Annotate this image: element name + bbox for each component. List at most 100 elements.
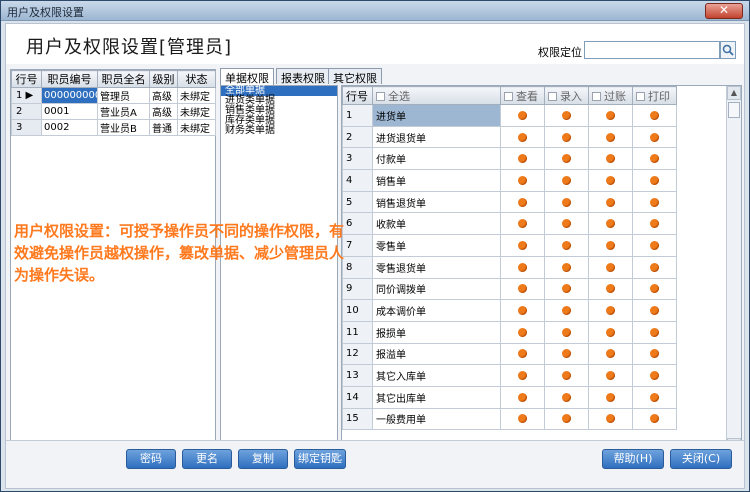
view-permission-cell[interactable]	[500, 125, 545, 149]
table-row[interactable]: 7 零售单	[342, 234, 677, 257]
entry-permission-cell[interactable]	[544, 364, 589, 387]
table-row[interactable]: 1 ▶ 000000000 管理员 高级 未绑定	[11, 87, 216, 104]
post-permission-cell[interactable]	[588, 342, 633, 366]
entry-permission-cell[interactable]	[544, 299, 589, 322]
col-header[interactable]: 职员编号	[41, 70, 98, 88]
col-header[interactable]: 级别	[149, 70, 178, 88]
table-row[interactable]: 13 其它入库单	[342, 364, 677, 387]
entry-permission-cell[interactable]	[544, 147, 589, 171]
post-permission-cell[interactable]	[588, 385, 633, 409]
print-permission-cell[interactable]	[632, 320, 677, 344]
table-row[interactable]: 12 报溢单	[342, 342, 677, 366]
view-checkbox[interactable]: 查看	[500, 86, 545, 105]
view-permission-cell[interactable]	[500, 190, 545, 214]
table-row[interactable]: 9 同价调拨单	[342, 277, 677, 301]
print-permission-cell[interactable]	[632, 125, 677, 149]
close-window-button[interactable]: ✕	[705, 3, 743, 19]
post-permission-cell[interactable]	[588, 407, 633, 431]
view-permission-cell[interactable]	[500, 104, 545, 127]
entry-permission-cell[interactable]	[544, 255, 589, 279]
entry-permission-cell[interactable]	[544, 190, 589, 214]
entry-permission-cell[interactable]	[544, 169, 589, 192]
post-permission-cell[interactable]	[588, 234, 633, 257]
table-row[interactable]: 4 销售单	[342, 169, 677, 192]
post-permission-cell[interactable]	[588, 104, 633, 127]
entry-permission-cell[interactable]	[544, 212, 589, 236]
scroll-thumb[interactable]	[728, 102, 740, 118]
print-permission-cell[interactable]	[632, 190, 677, 214]
tab-document-permissions[interactable]: 单据权限	[220, 68, 274, 85]
post-permission-cell[interactable]	[588, 364, 633, 387]
entry-checkbox[interactable]: 录入	[544, 86, 589, 105]
tab-report-permissions[interactable]: 报表权限	[276, 68, 330, 85]
post-checkbox[interactable]: 过账	[588, 86, 633, 105]
table-row[interactable]: 5 销售退货单	[342, 190, 677, 214]
tab-other-permissions[interactable]: 其它权限	[328, 68, 382, 85]
view-permission-cell[interactable]	[500, 342, 545, 366]
post-permission-cell[interactable]	[588, 320, 633, 344]
print-permission-cell[interactable]	[632, 255, 677, 279]
view-permission-cell[interactable]	[500, 299, 545, 322]
table-row[interactable]: 3 0002 营业员B 普通 未绑定	[11, 119, 216, 136]
post-permission-cell[interactable]	[588, 125, 633, 149]
view-permission-cell[interactable]	[500, 364, 545, 387]
entry-permission-cell[interactable]	[544, 125, 589, 149]
print-permission-cell[interactable]	[632, 147, 677, 171]
print-permission-cell[interactable]	[632, 407, 677, 431]
post-permission-cell[interactable]	[588, 255, 633, 279]
bind-key-button[interactable]: 绑定钥匙	[294, 449, 346, 469]
post-permission-cell[interactable]	[588, 277, 633, 301]
locate-input[interactable]	[584, 41, 720, 59]
post-permission-cell[interactable]	[588, 169, 633, 192]
select-all-checkbox[interactable]: 全选	[372, 86, 501, 105]
entry-permission-cell[interactable]	[544, 407, 589, 431]
print-permission-cell[interactable]	[632, 104, 677, 127]
table-row[interactable]: 2 0001 营业员A 高级 未绑定	[11, 103, 216, 120]
table-row[interactable]: 1 进货单	[342, 104, 677, 127]
print-permission-cell[interactable]	[632, 212, 677, 236]
print-permission-cell[interactable]	[632, 277, 677, 301]
entry-permission-cell[interactable]	[544, 277, 589, 301]
view-permission-cell[interactable]	[500, 147, 545, 171]
print-permission-cell[interactable]	[632, 385, 677, 409]
scroll-up-icon[interactable]: ▲	[727, 86, 741, 100]
view-permission-cell[interactable]	[500, 169, 545, 192]
entry-permission-cell[interactable]	[544, 385, 589, 409]
col-header[interactable]: 行号	[11, 70, 42, 88]
entry-permission-cell[interactable]	[544, 234, 589, 257]
post-permission-cell[interactable]	[588, 190, 633, 214]
help-button[interactable]: 帮助(H)	[602, 449, 664, 469]
post-permission-cell[interactable]	[588, 212, 633, 236]
post-permission-cell[interactable]	[588, 299, 633, 322]
table-row[interactable]: 3 付款单	[342, 147, 677, 171]
print-permission-cell[interactable]	[632, 234, 677, 257]
entry-permission-cell[interactable]	[544, 342, 589, 366]
print-permission-cell[interactable]	[632, 342, 677, 366]
table-row[interactable]: 8 零售退货单	[342, 255, 677, 279]
category-item[interactable]: 财务类单据	[221, 126, 337, 136]
vertical-scrollbar[interactable]: ▲ ▼	[726, 86, 741, 452]
col-header[interactable]: 职员全名	[97, 70, 150, 88]
view-permission-cell[interactable]	[500, 385, 545, 409]
print-permission-cell[interactable]	[632, 364, 677, 387]
print-permission-cell[interactable]	[632, 169, 677, 192]
print-checkbox[interactable]: 打印	[632, 86, 677, 105]
copy-button[interactable]: 复制	[238, 449, 288, 469]
table-row[interactable]: 15 一般费用单	[342, 407, 677, 431]
view-permission-cell[interactable]	[500, 234, 545, 257]
close-button[interactable]: 关闭(C)	[670, 449, 732, 469]
table-row[interactable]: 2 进货退货单	[342, 125, 677, 149]
rename-button[interactable]: 更名	[182, 449, 232, 469]
col-header[interactable]: 状态	[177, 70, 216, 88]
view-permission-cell[interactable]	[500, 255, 545, 279]
view-permission-cell[interactable]	[500, 320, 545, 344]
table-row[interactable]: 6 收款单	[342, 212, 677, 236]
view-permission-cell[interactable]	[500, 407, 545, 431]
post-permission-cell[interactable]	[588, 147, 633, 171]
entry-permission-cell[interactable]	[544, 104, 589, 127]
view-permission-cell[interactable]	[500, 277, 545, 301]
print-permission-cell[interactable]	[632, 299, 677, 322]
table-row[interactable]: 10 成本调价单	[342, 299, 677, 322]
table-row[interactable]: 11 报损单	[342, 320, 677, 344]
search-button[interactable]	[720, 41, 736, 59]
